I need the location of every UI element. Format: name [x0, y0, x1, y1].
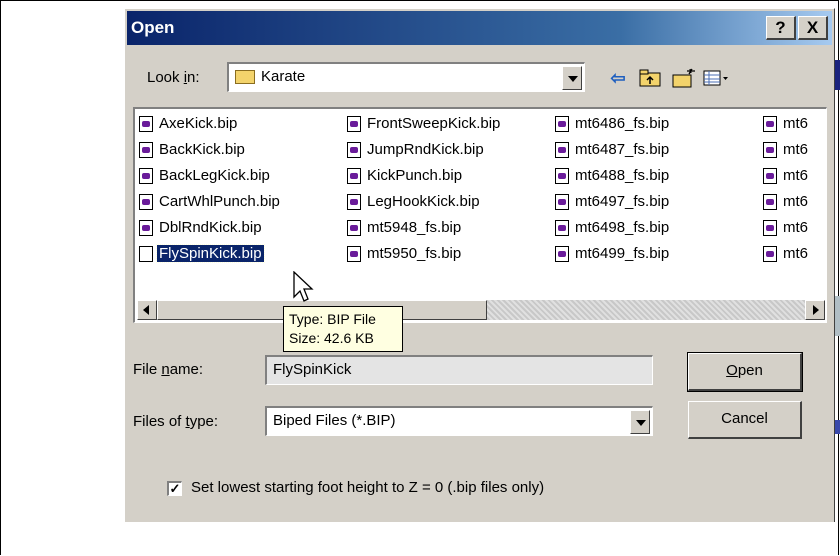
file-item-label: LegHookKick.bip [367, 193, 480, 210]
file-name-field[interactable]: FlySpinKick [265, 355, 653, 385]
file-item-label: mt6487_fs.bip [575, 141, 670, 158]
file-item-label: mt6498_fs.bip [575, 219, 670, 236]
bip-file-icon [139, 246, 153, 262]
close-button[interactable]: X [798, 16, 828, 40]
look-in-value: Karate [261, 68, 306, 85]
file-item-label: mt6 [783, 193, 809, 210]
bip-file-icon [347, 194, 361, 210]
tooltip-type: Type: BIP File [289, 311, 376, 327]
scroll-right-button[interactable] [805, 300, 825, 320]
file-tooltip: Type: BIP File Size: 42.6 KB [283, 306, 403, 352]
file-item-label: FrontSweepKick.bip [367, 115, 501, 132]
bip-file-icon [347, 246, 361, 262]
bip-file-icon [139, 116, 153, 132]
scroll-left-button[interactable] [137, 300, 157, 320]
folder-icon [235, 70, 255, 84]
bip-file-icon [347, 142, 361, 158]
tooltip-size: Size: 42.6 KB [289, 330, 374, 346]
foot-height-label: Set lowest starting foot height to Z = 0… [191, 479, 545, 496]
bip-file-icon [139, 220, 153, 236]
bip-file-icon [139, 168, 153, 184]
up-folder-icon[interactable] [637, 66, 663, 90]
look-in-dropdown-button[interactable] [562, 66, 582, 90]
file-item-label: mt6 [783, 115, 809, 132]
bip-file-icon [763, 116, 777, 132]
files-of-type-label: Files of type: [133, 413, 219, 430]
bip-file-icon [139, 194, 153, 210]
file-item-label: mt6488_fs.bip [575, 167, 670, 184]
bip-file-icon [763, 194, 777, 210]
file-item-label: BackLegKick.bip [159, 167, 270, 184]
file-item-label: mt6486_fs.bip [575, 115, 670, 132]
dialog-title: Open [131, 18, 175, 37]
bip-file-icon [555, 142, 569, 158]
bip-file-icon [763, 220, 777, 236]
file-item-label: AxeKick.bip [159, 115, 238, 132]
file-list[interactable]: AxeKick.bip BackKick.bip BackLegKick.bip Ca… [133, 107, 827, 323]
bip-file-icon [555, 194, 569, 210]
file-item-label: mt5950_fs.bip [367, 245, 462, 262]
bip-file-icon [555, 116, 569, 132]
open-button[interactable]: Open [687, 352, 803, 392]
look-in-combo[interactable]: Karate [227, 62, 585, 92]
file-type-combo[interactable]: Biped Files (*.BIP) [265, 406, 653, 436]
bip-file-icon [139, 142, 153, 158]
file-type-value: Biped Files (*.BIP) [273, 412, 396, 429]
bip-file-icon [555, 220, 569, 236]
bip-file-icon [763, 142, 777, 158]
file-name-value: FlySpinKick [273, 361, 352, 378]
file-item-label: mt5948_fs.bip [367, 219, 462, 236]
bip-file-icon [763, 246, 777, 262]
bip-file-icon [347, 116, 361, 132]
bip-file-icon [347, 220, 361, 236]
file-item-label: mt6 [783, 167, 809, 184]
file-item-label: DblRndKick.bip [159, 219, 262, 236]
file-item-label: mt6497_fs.bip [575, 193, 670, 210]
mouse-pointer-icon [293, 271, 314, 302]
file-item-label: mt6499_fs.bip [575, 245, 670, 262]
bip-file-icon [347, 168, 361, 184]
horizontal-scrollbar[interactable] [137, 300, 825, 320]
file-name-label: File name: [133, 361, 204, 378]
file-item-label: KickPunch.bip [367, 167, 463, 184]
look-in-label: Look in: [147, 69, 200, 86]
cancel-button[interactable]: Cancel [688, 401, 802, 439]
file-item-label: JumpRndKick.bip [367, 141, 484, 158]
file-item-label: mt6 [783, 219, 809, 236]
open-dialog: Open ? X Look in: Karate ⇦ AxeKick.bip Ba… [124, 8, 835, 522]
help-button[interactable]: ? [766, 16, 796, 40]
file-item-label: mt6 [783, 141, 809, 158]
file-item-label: FlySpinKick.bip [156, 244, 265, 263]
foot-height-checkbox[interactable]: ✓ [167, 481, 182, 496]
view-menu-icon[interactable] [703, 66, 729, 90]
bip-file-icon [763, 168, 777, 184]
file-item-label: CartWhlPunch.bip [159, 193, 280, 210]
bip-file-icon [555, 168, 569, 184]
bip-file-icon [555, 246, 569, 262]
file-item-label: BackKick.bip [159, 141, 245, 158]
file-type-dropdown-button[interactable] [630, 410, 650, 434]
file-item-label: mt6 [783, 245, 809, 262]
back-arrow-icon[interactable]: ⇦ [605, 66, 631, 90]
title-bar[interactable]: Open ? X [127, 11, 832, 45]
new-folder-icon[interactable] [671, 66, 697, 90]
